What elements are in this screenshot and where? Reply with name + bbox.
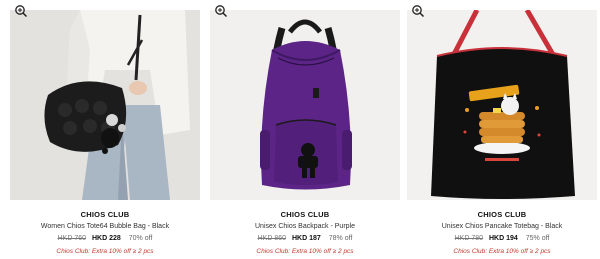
product-name[interactable]: Unisex Chios Pancake Totebag - Black — [407, 223, 597, 230]
discount-label: 75% off — [525, 235, 550, 242]
product-image[interactable] — [407, 10, 597, 200]
product-image[interactable] — [210, 10, 400, 200]
zoom-in-icon[interactable] — [411, 4, 425, 18]
zoom-in-icon[interactable] — [214, 4, 228, 18]
product-card[interactable]: CHIOS CLUB Unisex Chios Backpack - Purpl… — [210, 0, 400, 259]
product-photo-backpack — [210, 10, 400, 200]
original-price: HKD 860 — [257, 235, 287, 242]
brand-name[interactable]: CHIOS CLUB — [407, 210, 597, 219]
product-name[interactable]: Women Chios Tote64 Bubble Bag - Black — [10, 223, 200, 230]
product-name[interactable]: Unisex Chios Backpack - Purple — [210, 223, 400, 230]
discount-label: 78% off — [328, 235, 353, 242]
original-price: HKD 760 — [57, 235, 87, 242]
brand-name[interactable]: CHIOS CLUB — [10, 210, 200, 219]
price-row: HKD 760 HKD 228 70% off — [10, 235, 200, 242]
promo-text: Chios Club: Extra 10% off ≥ 2 pcs — [56, 248, 154, 255]
sale-price: HKD 194 — [488, 235, 518, 242]
promo-text: Chios Club: Extra 10% off ≥ 2 pcs — [453, 248, 551, 255]
product-card[interactable]: CHIOS CLUB Unisex Chios Pancake Totebag … — [407, 0, 597, 259]
zoom-in-icon[interactable] — [14, 4, 28, 18]
product-card[interactable]: CHIOS CLUB Women Chios Tote64 Bubble Bag… — [10, 0, 200, 259]
original-price: HKD 780 — [454, 235, 484, 242]
brand-name[interactable]: CHIOS CLUB — [210, 210, 400, 219]
product-photo-pancake-totebag — [407, 10, 597, 200]
sale-price: HKD 187 — [291, 235, 321, 242]
sale-price: HKD 228 — [91, 235, 121, 242]
product-photo-bubble-bag — [10, 10, 200, 200]
discount-label: 70% off — [128, 235, 153, 242]
product-image[interactable] — [10, 10, 200, 200]
promo-text: Chios Club: Extra 10% off ≥ 2 pcs — [256, 248, 354, 255]
price-row: HKD 780 HKD 194 75% off — [407, 235, 597, 242]
price-row: HKD 860 HKD 187 78% off — [210, 235, 400, 242]
